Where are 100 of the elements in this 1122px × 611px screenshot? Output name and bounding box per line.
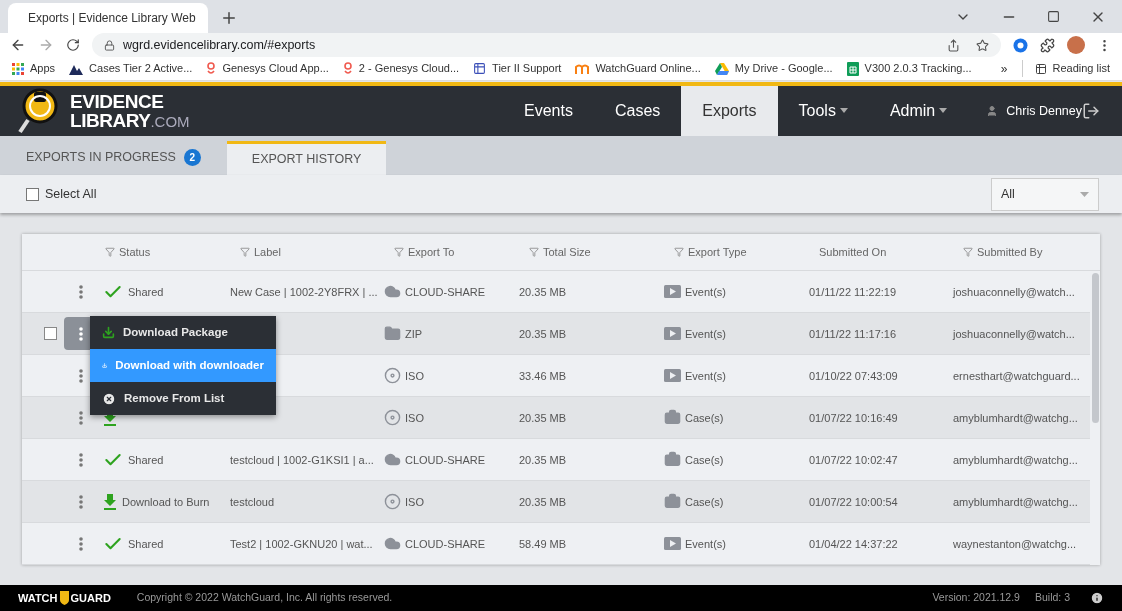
version-text: Version: 2021.12.9 bbox=[932, 590, 1020, 606]
video-play-icon bbox=[664, 537, 681, 551]
scrollbar[interactable] bbox=[1092, 273, 1099, 424]
logo-subtitle: LIBRARY bbox=[70, 110, 151, 130]
address-field[interactable]: wgrd.evidencelibrary.com/#exports bbox=[92, 33, 1001, 58]
menu-item[interactable]: Download Package bbox=[90, 316, 276, 350]
video-play-icon bbox=[664, 285, 681, 299]
briefcase-icon bbox=[664, 409, 681, 427]
size-cell: 20.35 MB bbox=[519, 285, 567, 298]
submitted-on-cell: 01/10/22 07:43:09 bbox=[809, 369, 898, 382]
table-row[interactable]: Download to Burn testcloud ISO 20.35 MB Case(s) 01/07/22 10:00:54 amyblumhardt@watchg... bbox=[22, 481, 1090, 524]
status-text: Shared bbox=[128, 536, 164, 552]
bookmark-link[interactable]: Cases Tier 2 Active... bbox=[69, 60, 193, 77]
export-type-cell-text: Event(s) bbox=[685, 536, 726, 552]
close-circle-icon bbox=[102, 391, 116, 406]
bookmark-link[interactable]: 2 - Genesys Cloud... bbox=[342, 60, 460, 77]
column-header[interactable]: Total Size bbox=[543, 244, 591, 261]
briefcase-icon bbox=[664, 493, 681, 511]
table-row[interactable]: Shared New Case | 1002-2Y8FRX | ... CLOUD-SHARE 20.35 MB Event(s) 01/11/22 11:22:19 joshuaconnelly@watch... bbox=[22, 271, 1090, 314]
label-cell: testcloud bbox=[230, 495, 275, 508]
globe-extension-icon[interactable] bbox=[1013, 37, 1028, 53]
column-header[interactable]: Submitted On bbox=[819, 244, 887, 261]
g-logo-icon bbox=[342, 62, 353, 75]
browser-tab[interactable]: Exports | Evidence Library Web bbox=[8, 3, 208, 34]
submitted-on-cell: 01/07/22 10:00:54 bbox=[809, 495, 898, 508]
submitted-by-cell: ernesthart@watchguard... bbox=[953, 369, 1080, 382]
submitted-on-cell: 01/11/22 11:17:16 bbox=[809, 327, 897, 340]
submitted-by-cell: joshuaconnelly@watch... bbox=[953, 327, 1075, 340]
url-text: wgrd.evidencelibrary.com/#exports bbox=[123, 36, 317, 54]
kebab-icon bbox=[78, 284, 83, 299]
disc-icon bbox=[384, 493, 401, 511]
submitted-by-cell: waynestanton@watchg... bbox=[953, 537, 1077, 550]
select-all-checkbox[interactable] bbox=[26, 187, 39, 201]
reload-icon[interactable] bbox=[66, 38, 80, 53]
bookmark-link[interactable]: Apps bbox=[12, 60, 56, 77]
bookmark-link[interactable]: V300 2.0.3 Tracking... bbox=[846, 60, 972, 77]
kebab-icon bbox=[78, 452, 83, 467]
logout-icon[interactable] bbox=[1082, 101, 1100, 120]
info-icon[interactable] bbox=[1090, 591, 1104, 606]
size-cell: 20.35 MB bbox=[519, 495, 567, 508]
table-row[interactable]: Shared testcloud | 1002-G1KSI1 | a... CLOUD-SHARE 20.35 MB Case(s) 01/07/22 10:02:47 amyblumhardt@watchg... bbox=[22, 439, 1090, 482]
export-to-cell-text: CLOUD-SHARE bbox=[405, 284, 486, 300]
bookmark-link[interactable]: Genesys Cloud App... bbox=[206, 60, 329, 77]
profile-avatar[interactable] bbox=[1067, 36, 1085, 55]
bookmark-star-icon[interactable] bbox=[976, 38, 989, 52]
kebab-icon bbox=[78, 410, 83, 425]
filter-dropdown[interactable]: All bbox=[991, 177, 1099, 211]
briefcase-icon bbox=[664, 451, 681, 469]
maximize-icon[interactable] bbox=[1047, 10, 1060, 23]
column-header[interactable]: Export To bbox=[408, 244, 455, 261]
logo-title: EVIDENCE bbox=[70, 91, 165, 111]
reading-list-button[interactable]: Reading list bbox=[1021, 60, 1110, 77]
export-type-cell-text: Event(s) bbox=[685, 326, 726, 342]
status-text: Download to Burn bbox=[122, 494, 210, 510]
tab[interactable]: EXPORTS IN PROGRESS 2 bbox=[0, 140, 227, 175]
download-icon bbox=[102, 326, 115, 340]
export-to-cell-text: CLOUD-SHARE bbox=[405, 536, 486, 552]
nav-tab[interactable]: Exports bbox=[681, 85, 778, 137]
tab[interactable]: EXPORT HISTORY bbox=[226, 140, 387, 175]
extensions-icon[interactable] bbox=[1040, 37, 1055, 53]
export-type-cell-text: Case(s) bbox=[685, 452, 724, 468]
export-to-cell-text: ISO bbox=[405, 410, 424, 426]
copyright-text: Copyright © 2022 WatchGuard, Inc. All rights reserved. bbox=[136, 590, 393, 606]
table-row[interactable]: Shared Test2 | 1002-GKNU20 | wat... CLOUD-SHARE 58.49 MB Event(s) 01/04/22 14:37:22 waynestanton@watchg... bbox=[22, 523, 1090, 566]
submitted-by-cell: amyblumhardt@watchg... bbox=[953, 495, 1078, 508]
label-cell: New Case | 1002-2Y8FRX | ... bbox=[230, 285, 378, 298]
column-header[interactable]: Export Type bbox=[688, 244, 747, 261]
bookmark-link[interactable]: WatchGuard Online... bbox=[575, 60, 701, 77]
apps-grid-icon bbox=[12, 62, 24, 75]
export-type-cell-text: Case(s) bbox=[685, 494, 724, 510]
count-badge: 2 bbox=[183, 149, 201, 167]
user-name[interactable]: Chris Denney bbox=[1006, 101, 1082, 121]
export-type-cell-text: Case(s) bbox=[685, 410, 724, 426]
folder-icon bbox=[384, 325, 401, 343]
disc-icon bbox=[384, 409, 401, 427]
size-cell: 20.35 MB bbox=[519, 453, 567, 466]
kebab-icon bbox=[78, 326, 83, 341]
status-text: Shared bbox=[128, 452, 164, 468]
export-to-cell-text: ISO bbox=[405, 368, 424, 384]
size-cell: 58.49 MB bbox=[519, 537, 567, 550]
nav-tab[interactable]: Events bbox=[503, 85, 594, 137]
more-bookmarks[interactable]: » bbox=[1000, 59, 1008, 78]
column-header[interactable]: Status bbox=[119, 244, 151, 261]
select-all-label: Select All bbox=[45, 185, 97, 203]
bookmark-link[interactable]: Tier II Support bbox=[473, 60, 562, 77]
nav-tab[interactable]: Cases bbox=[593, 85, 682, 137]
column-header[interactable]: Label bbox=[254, 244, 281, 261]
column-header[interactable]: Submitted By bbox=[977, 244, 1043, 261]
submitted-by-cell: amyblumhardt@watchg... bbox=[953, 411, 1078, 424]
bookmark-link[interactable]: My Drive - Google... bbox=[714, 60, 833, 77]
share-icon[interactable] bbox=[947, 38, 960, 52]
nav-tab[interactable]: Tools bbox=[777, 85, 869, 137]
user-icon bbox=[986, 104, 999, 117]
video-play-icon bbox=[664, 369, 681, 383]
tab-title: Exports | Evidence Library Web bbox=[28, 10, 196, 28]
nav-tab[interactable]: Admin bbox=[868, 85, 969, 137]
size-cell: 20.35 MB bbox=[519, 327, 567, 340]
submitted-on-cell: 01/07/22 10:16:49 bbox=[809, 411, 898, 424]
m-logo-icon bbox=[575, 63, 590, 74]
row-checkbox[interactable] bbox=[44, 327, 57, 341]
